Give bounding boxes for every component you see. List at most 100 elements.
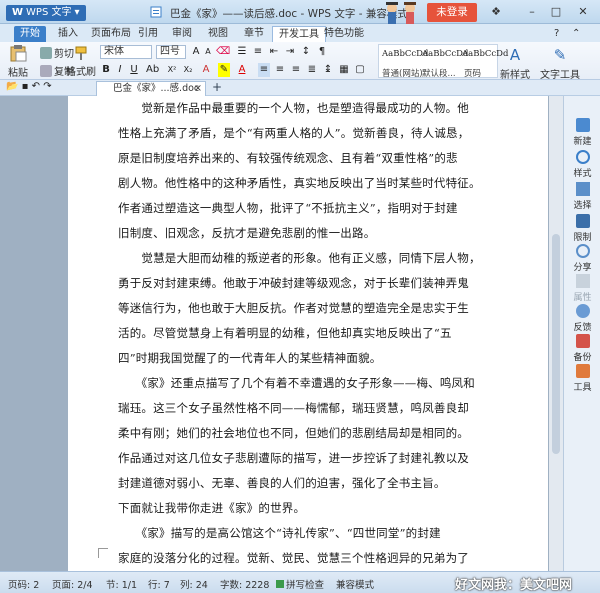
line-spacing-icon[interactable]: ↨	[322, 63, 334, 77]
font-name-select[interactable]: 宋体	[100, 45, 152, 59]
copy-icon	[40, 64, 52, 77]
side-restrict-button[interactable]: 限制	[564, 210, 600, 244]
paragraph[interactable]: 《家》描写的是高公馆这个“诗礼传家”、“四世同堂”的封建家庭的没落分化的过程。觉…	[118, 521, 515, 571]
status-pages[interactable]: 页面: 2/4	[52, 577, 93, 591]
lock-icon	[575, 214, 590, 228]
vertical-scrollbar[interactable]	[549, 96, 563, 571]
sort-icon[interactable]: ↕	[300, 45, 312, 59]
font-color-button[interactable]: A	[236, 63, 248, 77]
justify-icon[interactable]: ≣	[306, 63, 318, 77]
chevron-down-icon: ▾	[74, 7, 80, 18]
align-center-icon[interactable]: ≡	[274, 63, 286, 77]
document-icon	[150, 6, 162, 18]
underline-button[interactable]: U	[128, 63, 140, 77]
align-left-icon[interactable]: ≡	[258, 63, 270, 77]
status-words[interactable]: 字数: 2228	[220, 577, 269, 591]
paragraph[interactable]: 觉慧是大胆而幼稚的叛逆者的形象。他有正义感，同情下层人物， 勇于反对封建束缚。他敢…	[118, 246, 515, 371]
paragraph[interactable]: 《家》还重点描写了几个有着不幸遭遇的女子形象——梅、鸣凤和 瑞珏。这三个女子虽然性…	[118, 371, 515, 521]
paste-button[interactable]: 粘贴	[8, 44, 28, 79]
style-page-number[interactable]: 页码	[464, 67, 481, 79]
side-select-button[interactable]: 选择	[564, 178, 600, 212]
undo-icon[interactable]: ↶	[32, 81, 40, 92]
document-workspace: 觉新是作品中最重要的一个人物，也是塑造得最成功的人物。他 性格上充满了矛盾，是个“…	[0, 96, 563, 571]
text-tools-icon: ✎	[553, 46, 567, 64]
doc-tab[interactable]: 巴金《家》...感.doc ×	[96, 81, 206, 96]
side-properties-button[interactable]: 属性	[564, 270, 600, 304]
style-default-paragraph[interactable]: 默认段...	[422, 67, 456, 79]
side-new-button[interactable]: 新建	[564, 114, 600, 148]
tab-references[interactable]: 引用	[132, 26, 164, 42]
tab-insert[interactable]: 插入	[52, 26, 84, 42]
new-style-icon: A	[509, 46, 521, 64]
tab-home[interactable]: 开始	[14, 26, 46, 42]
style-normal-web[interactable]: 普通(网站)	[382, 67, 423, 79]
highlight-icon[interactable]: ✎	[218, 63, 230, 77]
text-line: 作品通过对这几位女子悲剧遭际的描写，进一步控诉了封建礼教以及	[118, 451, 469, 465]
align-right-icon[interactable]: ≡	[290, 63, 302, 77]
font-effects-button[interactable]: A	[200, 63, 212, 77]
new-tab-icon[interactable]: +	[212, 80, 222, 94]
title-bar: W WPS 文字 ▾ 巴金《家》——读后感.doc - WPS 文字 - 兼容模…	[0, 0, 600, 24]
scroll-thumb[interactable]	[552, 234, 560, 454]
text-line: 《家》描写的是高公馆这个“诗礼传家”、“四世同堂”的封建	[118, 526, 441, 540]
italic-button[interactable]: I	[114, 63, 126, 77]
outdent-icon[interactable]: ⇤	[268, 45, 280, 59]
numbering-icon[interactable]: ≡	[252, 45, 264, 59]
show-marks-icon[interactable]: ¶	[316, 45, 328, 59]
bullets-icon[interactable]: ☰	[236, 45, 248, 59]
text-line: 封建道德对弱小、无辜、善良的人们的迫害，强化了全书主旨。	[118, 476, 446, 490]
new-style-button[interactable]: A 新样式	[500, 46, 530, 81]
paragraph[interactable]: 觉新是作品中最重要的一个人物，也是塑造得最成功的人物。他 性格上充满了矛盾，是个“…	[118, 96, 515, 246]
tab-features[interactable]: 特色功能	[318, 26, 370, 42]
share-icon	[575, 244, 590, 258]
skin-icon[interactable]: ❖	[487, 5, 505, 19]
status-mode: 兼容模式	[336, 580, 375, 591]
collapse-ribbon-icon[interactable]: ⌃	[566, 26, 586, 42]
spell-check-toggle[interactable]: 拼写检查	[276, 577, 324, 591]
maximize-button[interactable]: □	[547, 5, 565, 19]
window-title: 巴金《家》——读后感.doc - WPS 文字 - 兼容模式	[170, 8, 408, 20]
font-size-select[interactable]: 四号	[156, 45, 186, 59]
text-line: 家庭的没落分化的过程。觉新、觉民、觉慧三个性格迥异的兄弟为了	[118, 551, 469, 565]
subscript-button[interactable]: X₂	[182, 63, 194, 77]
tab-view[interactable]: 视图	[202, 26, 234, 42]
save-icon[interactable]: ▪	[22, 81, 29, 92]
status-page: 页码: 2	[8, 580, 40, 591]
clear-format-icon[interactable]: ⌫	[216, 45, 230, 59]
login-button[interactable]: 未登录	[427, 3, 477, 22]
quick-access-toolbar: 📂 ▪ ↶ ↷	[6, 81, 52, 92]
text-tools-button[interactable]: ✎ 文字工具	[540, 46, 580, 81]
minimize-button[interactable]: –	[523, 5, 541, 19]
shading-icon[interactable]: ▦	[338, 63, 350, 77]
side-share-button[interactable]: 分享	[564, 240, 600, 274]
side-style-button[interactable]: 样式	[564, 146, 600, 180]
document-page[interactable]: 觉新是作品中最重要的一个人物，也是塑造得最成功的人物。他 性格上充满了矛盾，是个“…	[68, 96, 548, 571]
text-line: 剧人物。他性格中的这种矛盾性，真实地反映出了当时某些时代特征。	[118, 176, 481, 190]
borders-icon[interactable]: ▢	[354, 63, 366, 77]
indent-icon[interactable]: ⇥	[284, 45, 296, 59]
side-feedback-button[interactable]: 反馈	[564, 300, 600, 334]
open-icon[interactable]: 📂	[6, 81, 18, 92]
close-button[interactable]: ✕	[574, 5, 592, 19]
strikethrough-button[interactable]: Ab	[146, 63, 159, 77]
grow-font-icon[interactable]: A	[190, 45, 202, 59]
toolbox-icon	[575, 364, 590, 378]
redo-icon[interactable]: ↷	[43, 81, 51, 92]
document-tabs: 📂 ▪ ↶ ↷ 巴金《家》...感.doc × +	[0, 80, 600, 96]
app-menu-button[interactable]: W WPS 文字 ▾	[6, 5, 86, 21]
close-tab-icon[interactable]: ×	[194, 82, 202, 96]
text-line: 下面就让我带你走进《家》的世界。	[118, 501, 306, 515]
tab-review[interactable]: 审阅	[166, 26, 198, 42]
tab-page-layout[interactable]: 页面布局	[85, 26, 137, 42]
superscript-button[interactable]: X²	[166, 63, 178, 77]
backup-icon	[575, 334, 590, 348]
shrink-font-icon[interactable]: A	[202, 45, 214, 59]
help-icon[interactable]: ?	[548, 26, 565, 42]
bold-button[interactable]: B	[100, 63, 112, 77]
text-line: 活的。尽管觉慧身上有着明显的幼稚，但他却真实地反映出了“五	[118, 326, 452, 340]
side-tools-button[interactable]: 工具	[564, 360, 600, 394]
side-backup-button[interactable]: 备份	[564, 330, 600, 364]
format-painter-button[interactable]: 格式刷	[66, 45, 96, 78]
tab-chapter[interactable]: 章节	[238, 26, 270, 42]
text-line: 作者通过塑造这一典型人物，批评了“不抵抗主义”，指明对于封建	[118, 201, 458, 215]
